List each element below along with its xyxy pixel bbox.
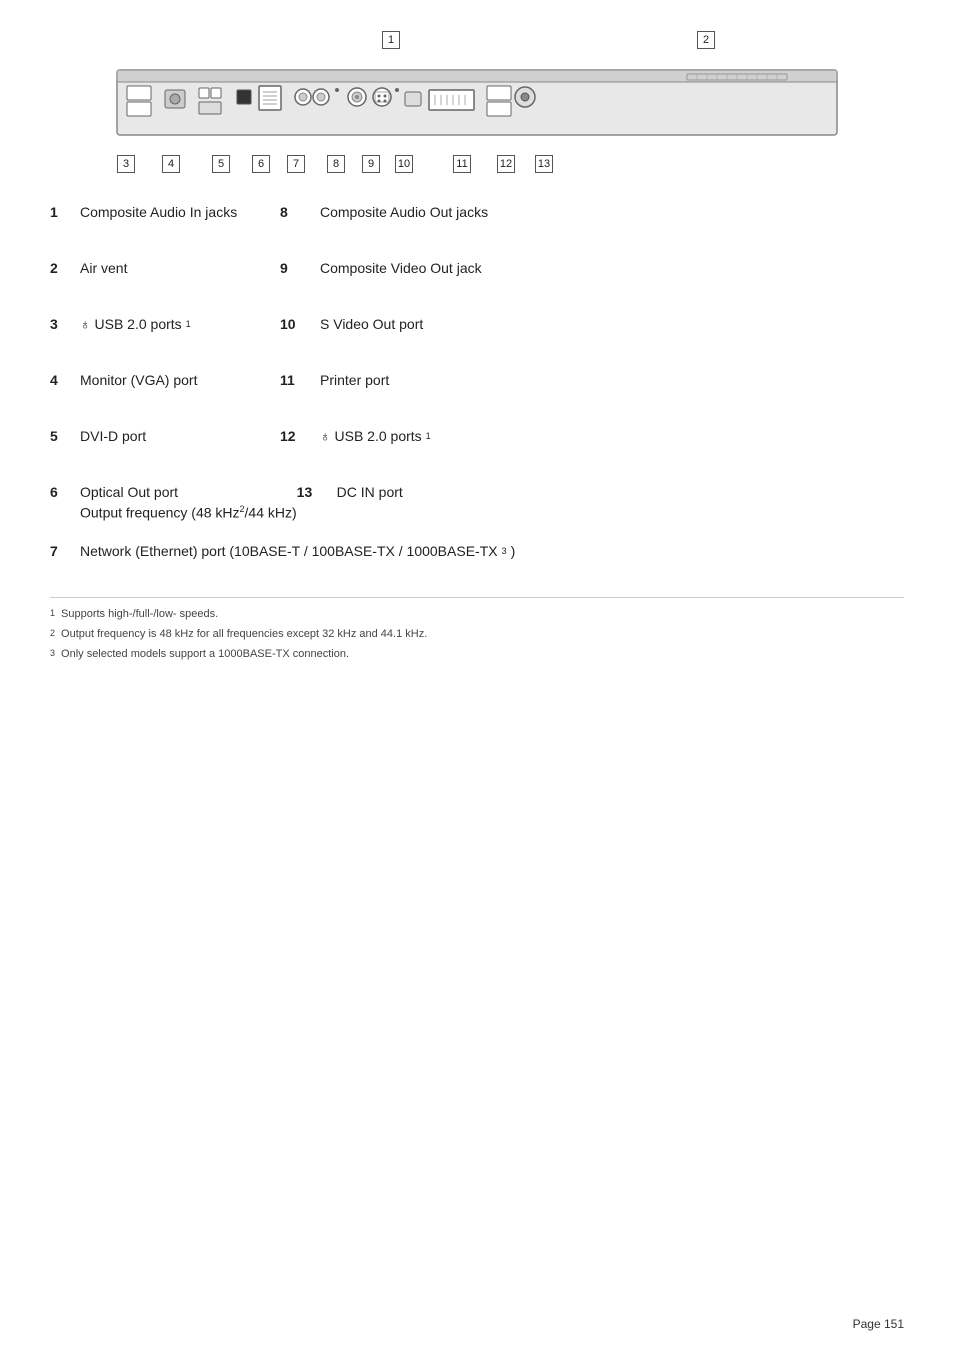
port-label-1: Composite Audio In jacks	[80, 202, 280, 220]
port-label-8: Composite Audio Out jacks	[320, 202, 488, 220]
callout-3-bottom: 3	[117, 154, 135, 173]
footnote-ref-1-left: 1	[186, 319, 191, 329]
callout-9-bottom: 9	[362, 154, 380, 173]
footnote-ref-3: 3	[502, 546, 507, 556]
port-number-13: 13	[297, 482, 337, 500]
port-label-5: DVI-D port	[80, 426, 280, 444]
port-entry-1: 1 Composite Audio In jacks 8 Composite A…	[50, 202, 904, 238]
usb-icon-right: ♁	[320, 428, 331, 444]
port-descriptions: 1 Composite Audio In jacks 8 Composite A…	[50, 202, 904, 577]
port-label-11: Printer port	[320, 370, 389, 388]
callout-8-bottom: 8	[327, 154, 345, 173]
port-label-13: DC IN port	[337, 482, 403, 500]
footnote-3: 3 Only selected models support a 1000BAS…	[50, 648, 904, 660]
footnote-ref-1-right: 1	[426, 431, 431, 441]
port-label-6: Optical Out port Output frequency (48 kH…	[80, 482, 297, 521]
port-label-7: Network (Ethernet) port (10BASE-T / 100B…	[80, 541, 515, 559]
footnote-text-3: Only selected models support a 1000BASE-…	[61, 648, 349, 660]
port-label-4: Monitor (VGA) port	[80, 370, 280, 388]
port-number-12: 12	[280, 426, 320, 444]
callout-5-bottom: 5	[212, 154, 230, 173]
port-entry-4: 4 Monitor (VGA) port 11 Printer port	[50, 370, 904, 406]
port-number-9: 9	[280, 258, 320, 276]
footnotes-section: 1 Supports high-/full-/low- speeds. 2 Ou…	[50, 597, 904, 660]
port-number-2: 2	[50, 258, 80, 276]
callout-7-bottom: 7	[287, 154, 305, 173]
port-label-12: ♁ USB 2.0 ports1	[320, 426, 431, 444]
device-svg	[107, 60, 847, 150]
footnote-sup-1: 1	[50, 608, 55, 618]
footnote-sup-3: 3	[50, 648, 55, 658]
port-number-5: 5	[50, 426, 80, 444]
port-label-3: ♁ USB 2.0 ports1	[80, 314, 280, 332]
port-entry-3: 3 ♁ USB 2.0 ports1 10 S Video Out port	[50, 314, 904, 350]
callout-11-bottom: 11	[453, 154, 471, 173]
page-number: Page 151	[853, 1317, 904, 1331]
port-number-11: 11	[280, 370, 320, 388]
callout-4-bottom: 4	[162, 154, 180, 173]
port-label-9: Composite Video Out jack	[320, 258, 482, 276]
callout-13-bottom: 13	[535, 154, 553, 173]
callout-12-bottom: 12	[497, 154, 515, 173]
port-number-7: 7	[50, 541, 80, 559]
port-entry-6: 6 Optical Out port Output frequency (48 …	[50, 482, 904, 521]
callout-6-bottom: 6	[252, 154, 270, 173]
footnote-2: 2 Output frequency is 48 kHz for all fre…	[50, 628, 904, 640]
port-number-6: 6	[50, 482, 80, 500]
port-number-8: 8	[280, 202, 320, 220]
port-number-10: 10	[280, 314, 320, 332]
usb-icon-left: ♁	[80, 316, 91, 332]
callout-2-top: 2	[697, 30, 715, 49]
port-number-4: 4	[50, 370, 80, 388]
port-entry-7: 7 Network (Ethernet) port (10BASE-T / 10…	[50, 541, 904, 577]
port-entry-2: 2 Air vent 9 Composite Video Out jack	[50, 258, 904, 294]
footnote-sup-2: 2	[50, 628, 55, 638]
callout-1-top: 1	[382, 30, 400, 49]
device-diagram	[107, 60, 847, 150]
footnote-1: 1 Supports high-/full-/low- speeds.	[50, 608, 904, 620]
port-entry-5: 5 DVI-D port 12 ♁ USB 2.0 ports1	[50, 426, 904, 462]
port-label-10: S Video Out port	[320, 314, 423, 332]
footnote-text-1: Supports high-/full-/low- speeds.	[61, 608, 218, 620]
port-label-2: Air vent	[80, 258, 280, 276]
port-number-3: 3	[50, 314, 80, 332]
footnote-text-2: Output frequency is 48 kHz for all frequ…	[61, 628, 427, 640]
port-number-1: 1	[50, 202, 80, 220]
callout-10-bottom: 10	[395, 154, 413, 173]
